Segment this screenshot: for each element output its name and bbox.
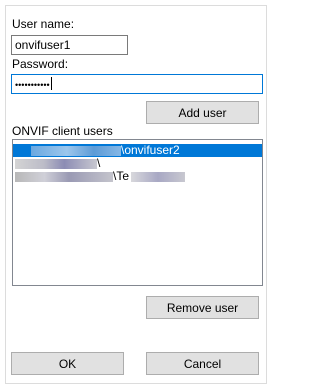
username-value: onvifuser1 — [15, 38, 71, 52]
list-item-3[interactable]: \Te — [13, 170, 262, 183]
cancel-button[interactable]: Cancel — [146, 352, 259, 375]
text-caret — [50, 77, 52, 90]
list-item-1[interactable]: \onvifuser2 — [13, 144, 262, 157]
users-section-label: ONVIF client users — [12, 124, 113, 138]
username-label: User name: — [12, 17, 75, 31]
remove-user-button[interactable]: Remove user — [146, 296, 259, 319]
add-user-button[interactable]: Add user — [146, 101, 259, 124]
password-value: ••••••••••• — [15, 80, 50, 90]
redacted-domain-2 — [15, 159, 97, 169]
redacted-domain-1 — [31, 146, 121, 156]
password-label: Password: — [12, 57, 69, 71]
ok-button[interactable]: OK — [11, 352, 124, 375]
username-field[interactable]: onvifuser1 — [11, 35, 128, 55]
redacted-name-3 — [131, 172, 185, 182]
password-field[interactable]: ••••••••••• — [11, 74, 263, 94]
list-item-2-text: \ — [97, 156, 101, 170]
users-listbox[interactable]: \onvifuser2 \ \Te — [12, 139, 263, 286]
redacted-domain-3 — [15, 172, 113, 182]
list-item-2[interactable]: \ — [13, 157, 262, 170]
list-item-3-text: \Te — [113, 169, 130, 183]
list-item-1-text: \onvifuser2 — [121, 143, 180, 157]
